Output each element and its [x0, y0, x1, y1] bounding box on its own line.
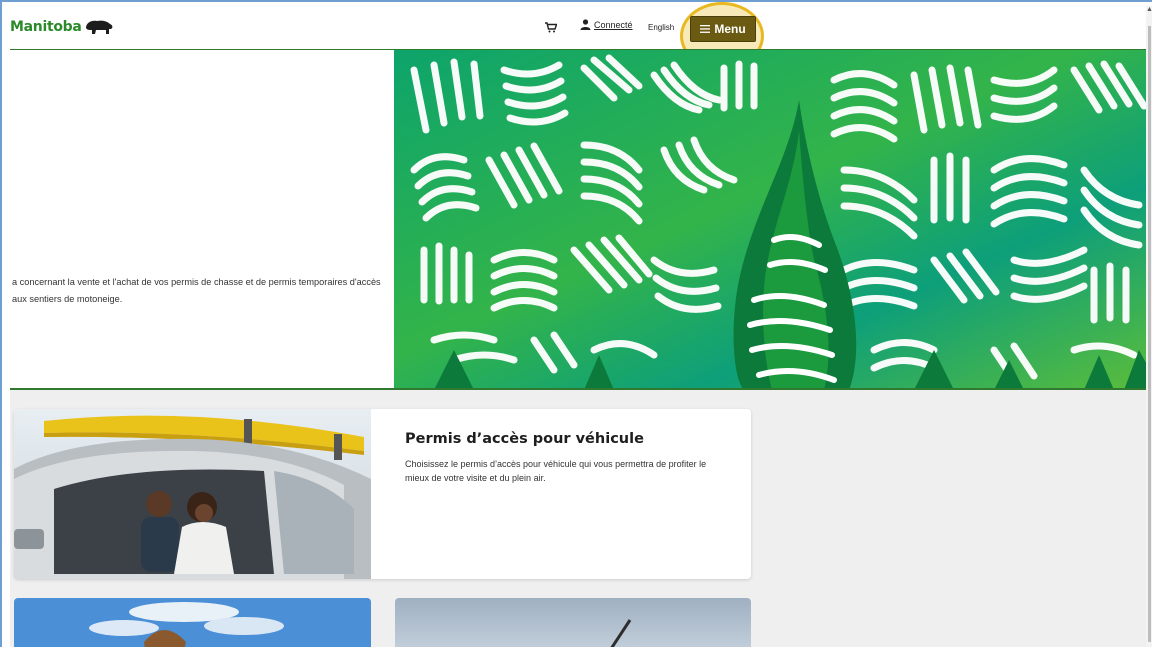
hero-pattern-image — [394, 50, 1150, 390]
card-description: Choisissez le permis d’accès pour véhicu… — [405, 459, 707, 483]
logo-text: Manitoba — [10, 19, 82, 35]
signin-label[interactable]: Connecté — [594, 20, 633, 30]
signin-link[interactable]: Connecté — [580, 19, 633, 30]
scrollbar-thumb[interactable] — [1148, 26, 1151, 642]
manitoba-logo[interactable]: Manitoba — [10, 19, 114, 35]
vehicle-permit-image — [14, 409, 371, 579]
vehicle-permit-card[interactable]: Permis d’accès pour véhicule Choisissez … — [14, 409, 751, 579]
bison-icon — [85, 20, 112, 34]
language-toggle[interactable]: English — [648, 23, 674, 32]
card-title[interactable]: Permis d’accès pour véhicule — [405, 431, 644, 447]
user-icon — [580, 19, 591, 30]
scroll-up-icon[interactable]: ▲ — [1146, 6, 1152, 13]
card-image-partial-right[interactable] — [395, 598, 751, 647]
menu-button[interactable]: Menu — [690, 16, 756, 42]
card-image-partial-left[interactable] — [14, 598, 371, 647]
menu-label: Menu — [714, 22, 746, 36]
cart-button[interactable] — [545, 20, 558, 38]
cart-icon — [545, 22, 558, 33]
browser-viewport: Manitoba Connecté English Menu a concern… — [0, 0, 1152, 647]
hero-description: a concernant la vente et l'achat de vos … — [12, 277, 381, 304]
menu-hamburger-icon — [700, 25, 711, 33]
